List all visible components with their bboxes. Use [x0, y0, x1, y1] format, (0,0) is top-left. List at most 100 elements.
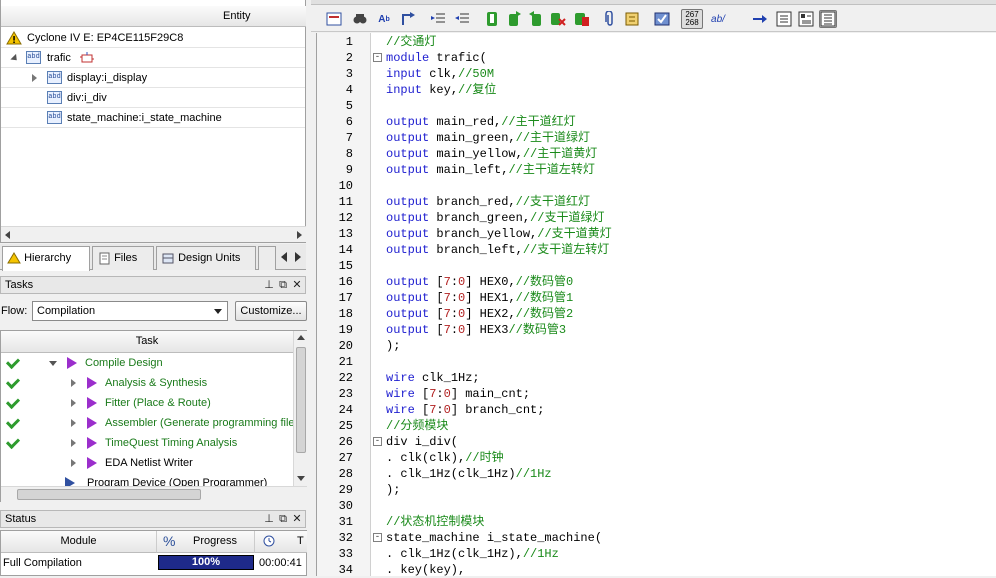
code-line[interactable]: . clk_1Hz(clk_1Hz),//1Hz	[386, 546, 559, 562]
code-line[interactable]: output branch_red,//支干道红灯	[386, 194, 590, 210]
collapse-arrow-icon[interactable]	[71, 419, 76, 427]
close-icon[interactable]: ✕	[291, 512, 303, 526]
jump-arrow-icon[interactable]	[751, 10, 769, 28]
collapse-arrow-icon[interactable]	[71, 379, 76, 387]
code-line[interactable]: output [7:0] HEX2,//数码管2	[386, 306, 573, 322]
scroll-up-icon[interactable]	[297, 335, 305, 340]
unindent-icon[interactable]	[453, 10, 471, 28]
bookmark-icon[interactable]	[483, 10, 501, 28]
view-full-icon[interactable]	[819, 10, 837, 28]
code-line[interactable]: output [7:0] HEX0,//数码管0	[386, 274, 573, 290]
restore-icon[interactable]: ⧉	[277, 278, 289, 292]
code-line[interactable]: );	[386, 338, 400, 354]
word-wrap-toggle[interactable]: ab/	[707, 10, 729, 28]
module-column-header[interactable]: Module	[1, 531, 157, 553]
run-task-icon[interactable]	[87, 377, 97, 389]
code-line[interactable]: output main_green,//主干道绿灯	[386, 130, 590, 146]
restore-icon[interactable]: ⧉	[277, 512, 289, 526]
status-row[interactable]: Full Compilation 100% 00:00:41	[1, 553, 306, 573]
tree-item[interactable]: abd display:i_display	[1, 68, 305, 88]
task-row[interactable]: TimeQuest Timing Analysis	[1, 433, 293, 453]
line-numbers-toggle[interactable]: 267 268	[681, 9, 703, 29]
code-line[interactable]: state_machine i_state_machine(	[386, 530, 602, 546]
code-line[interactable]: output [7:0] HEX1,//数码管1	[386, 290, 573, 306]
collapse-arrow-icon[interactable]	[32, 74, 37, 82]
tab-design-units[interactable]: Design Units	[156, 246, 256, 270]
tree-item[interactable]: abd state_machine:i_state_machine	[1, 108, 305, 128]
code-line[interactable]: . clk_1Hz(clk_1Hz)//1Hz	[386, 466, 552, 482]
expand-arrow-icon[interactable]	[10, 53, 20, 64]
code-line[interactable]: input key,//复位	[386, 82, 496, 98]
code-line[interactable]: output branch_yellow,//支干道黄灯	[386, 226, 612, 242]
tab-hierarchy[interactable]: Hierarchy	[2, 246, 90, 271]
tab-scroll-left-icon[interactable]	[281, 252, 287, 262]
run-task-icon[interactable]	[67, 357, 77, 369]
code-line[interactable]: output branch_green,//支干道绿灯	[386, 210, 604, 226]
comment-icon[interactable]	[623, 10, 641, 28]
time-column-header[interactable]: T	[255, 531, 307, 553]
code-line[interactable]: output branch_left,//支干道左转灯	[386, 242, 609, 258]
code-line[interactable]: //分频模块	[386, 418, 448, 434]
code-line[interactable]: );	[386, 482, 400, 498]
code-line[interactable]: output main_left,//主干道左转灯	[386, 162, 595, 178]
fold-toggle-icon[interactable]: -	[373, 437, 382, 446]
code-line[interactable]: wire [7:0] main_cnt;	[386, 386, 530, 402]
scroll-thumb[interactable]	[17, 489, 201, 500]
collapse-arrow-icon[interactable]	[71, 459, 76, 467]
code-line[interactable]: div i_div(	[386, 434, 458, 450]
code-editor[interactable]: 1 2 3 4 5 6 7 8 9 10 11 12 13 14 15 16 17 18 19 20 21 22 23 24 2…	[316, 33, 996, 577]
expand-arrow-icon[interactable]	[49, 361, 57, 366]
scroll-down-icon[interactable]	[297, 476, 305, 481]
insert-template-icon[interactable]	[325, 10, 343, 28]
view-left-icon[interactable]	[775, 10, 793, 28]
hierarchy-column-header[interactable]: Entity	[1, 6, 306, 27]
goto-line-icon[interactable]	[399, 10, 417, 28]
close-icon[interactable]: ✕	[291, 278, 303, 292]
code-line[interactable]: . clk(clk),//时钟	[386, 450, 504, 466]
run-task-icon[interactable]	[87, 437, 97, 449]
find-icon[interactable]	[351, 10, 369, 28]
task-row[interactable]: EDA Netlist Writer	[1, 453, 293, 473]
attach-icon[interactable]	[601, 10, 619, 28]
code-line[interactable]: input clk,//50M	[386, 66, 494, 82]
code-line[interactable]: //交通灯	[386, 34, 436, 50]
code-line[interactable]: output main_yellow,//主干道黄灯	[386, 146, 597, 162]
task-row[interactable]: Assembler (Generate programming files)	[1, 413, 304, 433]
code-line[interactable]: wire [7:0] branch_cnt;	[386, 402, 544, 418]
task-row[interactable]: Fitter (Place & Route)	[1, 393, 293, 413]
pin-icon[interactable]: ⊥	[263, 278, 275, 292]
run-task-icon[interactable]	[87, 417, 97, 429]
collapse-arrow-icon[interactable]	[71, 399, 76, 407]
customize-button[interactable]: Customize...	[235, 301, 307, 321]
next-bookmark-icon[interactable]	[505, 10, 523, 28]
tab-scroll-right-icon[interactable]	[295, 252, 301, 262]
task-column-header[interactable]: Task	[1, 331, 293, 353]
tree-item[interactable]: abd div:i_div	[1, 88, 305, 108]
tasks-hscrollbar[interactable]	[1, 486, 307, 502]
tab-more[interactable]	[258, 246, 276, 270]
device-row[interactable]: Cyclone IV E: EP4CE115F29C8	[1, 28, 305, 48]
run-task-icon[interactable]	[87, 397, 97, 409]
scroll-thumb[interactable]	[296, 347, 306, 453]
progress-column-header[interactable]: % Progress	[157, 531, 255, 553]
code-line[interactable]: wire clk_1Hz;	[386, 370, 480, 386]
tree-item-top[interactable]: abd trafic	[1, 48, 305, 68]
scroll-right-icon[interactable]	[297, 231, 302, 239]
code-line[interactable]: output [7:0] HEX3//数码管3	[386, 322, 566, 338]
find-replace-icon[interactable]: Ab	[375, 10, 393, 28]
tab-files[interactable]: Files	[92, 246, 154, 270]
clear-bookmarks-icon[interactable]	[549, 10, 567, 28]
collapse-arrow-icon[interactable]	[71, 439, 76, 447]
indent-icon[interactable]	[429, 10, 447, 28]
fold-toggle-icon[interactable]: -	[373, 53, 382, 62]
hierarchy-hscrollbar[interactable]	[1, 226, 306, 242]
task-row[interactable]: Analysis & Synthesis	[1, 373, 293, 393]
tasks-vscrollbar[interactable]	[293, 331, 307, 486]
task-row[interactable]: Compile Design	[1, 353, 293, 373]
flow-select[interactable]: Compilation	[32, 301, 228, 321]
code-line[interactable]: module trafic(	[386, 50, 487, 66]
fold-toggle-icon[interactable]: -	[373, 533, 382, 542]
verilog-check-icon[interactable]	[653, 10, 671, 28]
code-line[interactable]: output main_red,//主干道红灯	[386, 114, 576, 130]
view-split-icon[interactable]	[797, 10, 815, 28]
